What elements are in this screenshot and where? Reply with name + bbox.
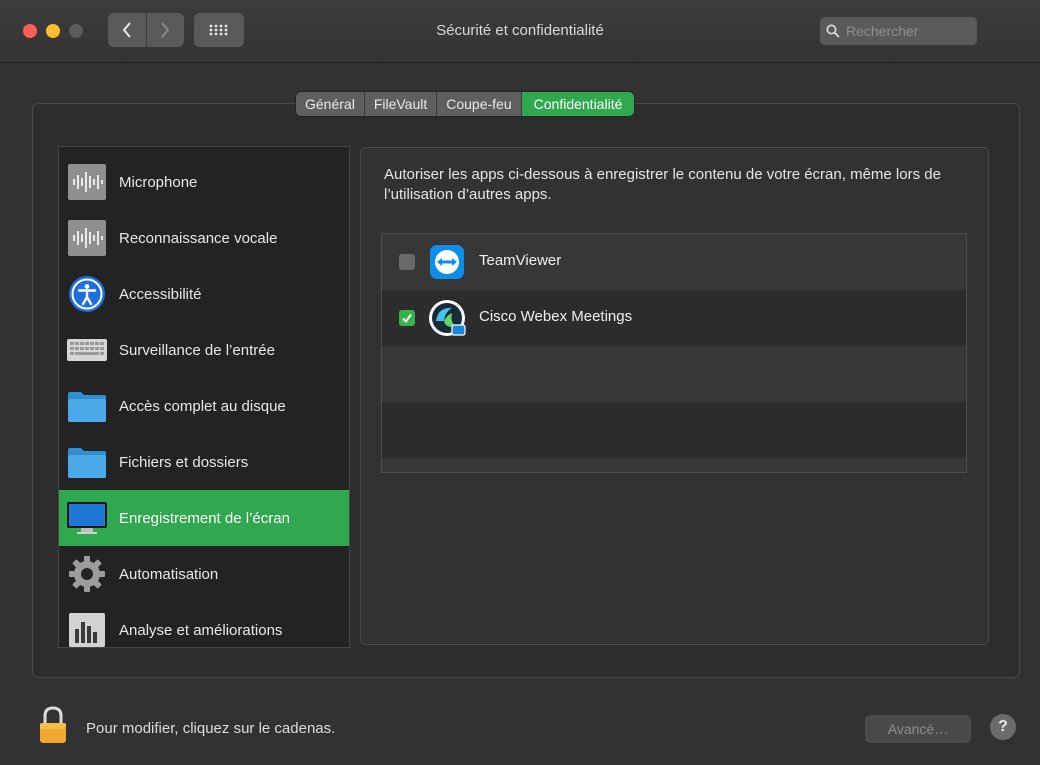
folder-icon bbox=[67, 442, 107, 482]
app-name: Cisco Webex Meetings bbox=[479, 308, 633, 325]
search-input[interactable] bbox=[844, 22, 968, 40]
teamviewer-icon bbox=[428, 243, 466, 281]
search-field[interactable] bbox=[820, 17, 977, 45]
sidebar-item-analytics[interactable]: Analyse et améliorations bbox=[59, 602, 349, 647]
app-row-empty bbox=[382, 458, 966, 472]
lock-hint-text: Pour modifier, cliquez sur le cadenas. bbox=[86, 720, 336, 737]
app-row-empty bbox=[382, 402, 966, 458]
app-row-teamviewer[interactable]: TeamViewer bbox=[382, 234, 966, 290]
lock-icon[interactable] bbox=[38, 706, 68, 744]
webex-icon bbox=[428, 299, 466, 337]
search-icon bbox=[826, 24, 840, 38]
app-row-empty bbox=[382, 346, 966, 402]
sidebar-item-label: Accessibilité bbox=[119, 285, 202, 303]
sidebar-item-automation[interactable]: Automatisation bbox=[59, 546, 349, 602]
title-bar: Sécurité et confidentialité bbox=[0, 0, 1040, 63]
sidebar-item-input-monitoring[interactable]: Surveillance de l’entrée bbox=[59, 322, 349, 378]
help-button[interactable]: ? bbox=[990, 714, 1016, 740]
checkmark-icon bbox=[402, 313, 412, 324]
folder-icon bbox=[67, 386, 107, 426]
sidebar-item-full-disk-access[interactable]: Accès complet au disque bbox=[59, 378, 349, 434]
accessibility-icon bbox=[67, 274, 107, 314]
privacy-category-list[interactable]: Microphone Reconnaissance vocale Accessi… bbox=[58, 146, 350, 648]
sidebar-item-label: Surveillance de l’entrée bbox=[119, 341, 275, 359]
tab-privacy[interactable]: Confidentialité bbox=[521, 92, 635, 116]
tab-bar: Général FileVault Coupe-feu Confidential… bbox=[296, 92, 635, 116]
app-name: TeamViewer bbox=[479, 252, 562, 269]
speech-waveform-icon bbox=[67, 218, 107, 258]
app-checkbox-teamviewer[interactable] bbox=[399, 254, 415, 270]
tab-filevault[interactable]: FileVault bbox=[365, 92, 438, 116]
advanced-button[interactable]: Avancé… bbox=[865, 715, 971, 743]
sidebar-item-label: Microphone bbox=[119, 173, 198, 191]
sidebar-item-label: Automatisation bbox=[119, 565, 219, 583]
bar-chart-icon bbox=[67, 610, 107, 647]
sidebar-item-label: Fichiers et dossiers bbox=[119, 453, 249, 471]
keyboard-icon bbox=[67, 330, 107, 370]
sidebar-item-screen-recording[interactable]: Enregistrement de l’écran bbox=[59, 490, 349, 546]
sidebar-item-label: Analyse et améliorations bbox=[119, 621, 283, 639]
display-icon bbox=[67, 498, 107, 538]
app-checkbox-cisco-webex[interactable] bbox=[399, 310, 415, 326]
permission-description: Autoriser les apps ci-dessous à enregist… bbox=[384, 166, 941, 203]
app-row-cisco-webex[interactable]: Cisco Webex Meetings bbox=[382, 290, 966, 346]
app-list[interactable]: TeamViewer Cisco Webex Meetings bbox=[381, 233, 967, 473]
sidebar-item-accessibility[interactable]: Accessibilité bbox=[59, 266, 349, 322]
sidebar-item-label: Reconnaissance vocale bbox=[119, 229, 278, 247]
sidebar-item-label: Enregistrement de l’écran bbox=[119, 509, 290, 527]
sidebar-item-files-and-folders[interactable]: Fichiers et dossiers bbox=[59, 434, 349, 490]
sidebar-item-microphone[interactable]: Microphone bbox=[59, 154, 349, 210]
gear-icon bbox=[67, 554, 107, 594]
sidebar-item-label: Accès complet au disque bbox=[119, 397, 286, 415]
tab-firewall[interactable]: Coupe-feu bbox=[437, 92, 522, 116]
microphone-waveform-icon bbox=[67, 162, 107, 202]
tab-general[interactable]: Général bbox=[296, 92, 365, 116]
sidebar-item-speech-recognition[interactable]: Reconnaissance vocale bbox=[59, 210, 349, 266]
